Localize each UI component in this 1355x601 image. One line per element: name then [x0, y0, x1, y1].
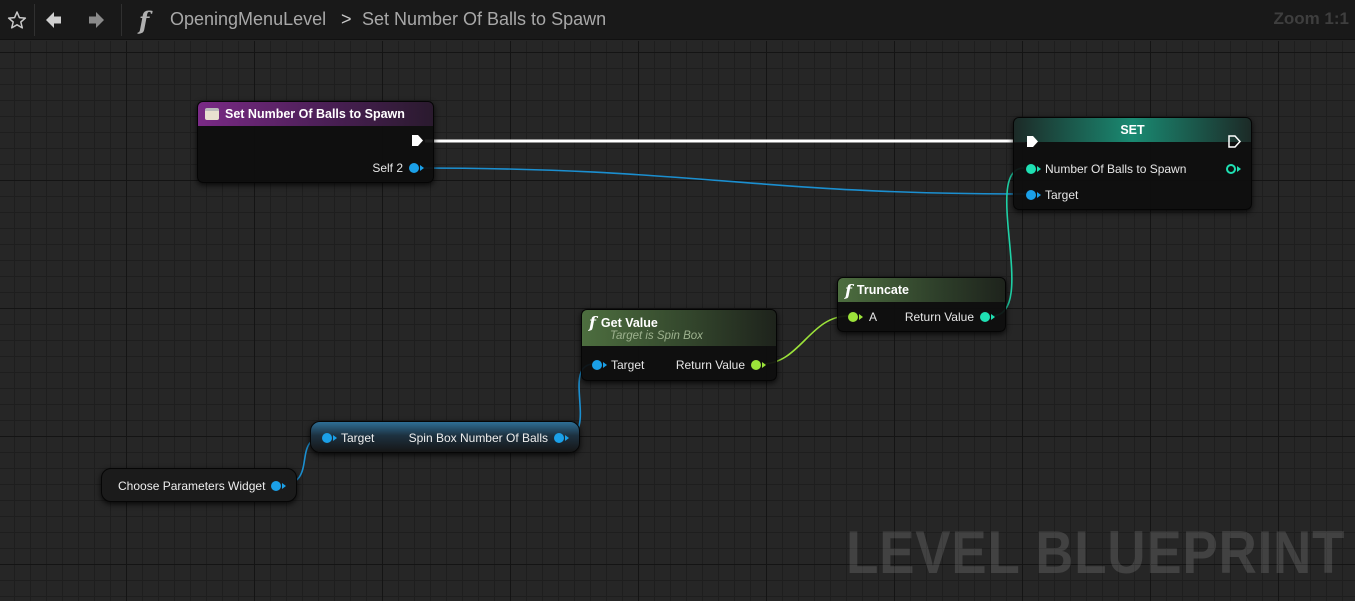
- pin-label: Return Value: [675, 358, 745, 372]
- node-title: Set Number Of Balls to Spawn: [225, 107, 405, 121]
- entry-node-icon: [205, 108, 219, 120]
- function-entry-node[interactable]: Set Number Of Balls to Spawn Self 2: [197, 101, 434, 183]
- pin-arrow-icon: [762, 362, 766, 368]
- a-input-pin[interactable]: A: [848, 309, 877, 325]
- spin-box-output-pin[interactable]: Spin Box Number Of Balls: [409, 430, 569, 446]
- pin-label: Target: [341, 431, 375, 445]
- zoom-level: Zoom 1:1: [1273, 9, 1349, 28]
- blueprint-graph-canvas[interactable]: Set Number Of Balls to Spawn Self 2 SET …: [0, 41, 1355, 601]
- editor-toolbar: f OpeningMenuLevel > Set Number Of Balls…: [0, 0, 1355, 40]
- object-pin-icon: [271, 481, 282, 491]
- level-blueprint-watermark: LEVEL BLUEPRINT: [845, 519, 1345, 586]
- breadcrumb-level[interactable]: OpeningMenuLevel: [170, 9, 326, 30]
- return-value-pin[interactable]: Return Value: [676, 357, 766, 373]
- node-header: Set Number Of Balls to Spawn: [198, 102, 433, 126]
- float-pin-icon: [848, 312, 858, 322]
- function-icon: f: [589, 313, 596, 332]
- node-label: Choose Parameters Widget: [118, 479, 266, 493]
- pin-arrow-icon: [1037, 166, 1041, 172]
- node-subtitle: Target is Spin Box: [610, 330, 703, 342]
- pin-arrow-icon: [282, 483, 287, 489]
- target-pin[interactable]: Target: [592, 357, 644, 373]
- pin-arrow-icon: [565, 435, 569, 441]
- pin-label: Spin Box Number Of Balls: [408, 431, 548, 445]
- pin-label: Target: [1045, 188, 1079, 202]
- star-icon[interactable]: [3, 4, 31, 36]
- arrow-right-icon[interactable]: [82, 4, 110, 36]
- spin-box-variable-node[interactable]: Target Spin Box Number Of Balls: [310, 421, 580, 453]
- object-pin-icon: [322, 433, 332, 443]
- toolbar-separator: [34, 4, 35, 36]
- target-pin[interactable]: Target: [322, 430, 374, 446]
- choose-parameters-widget-node[interactable]: Choose Parameters Widget: [101, 468, 297, 502]
- pin-arrow-icon: [991, 314, 995, 320]
- pin-arrow-icon: [1037, 192, 1041, 198]
- pin-label: Self 2: [372, 161, 403, 175]
- float-pin-icon: [751, 360, 761, 370]
- function-icon: f: [845, 280, 852, 300]
- toolbar-separator: [121, 4, 122, 36]
- pin-arrow-icon: [333, 435, 337, 441]
- widget-output-pin[interactable]: Choose Parameters Widget: [118, 478, 287, 494]
- self-to-target-wire: [417, 167, 1027, 195]
- int-pin-icon: [1226, 164, 1236, 174]
- object-pin-icon: [409, 163, 419, 173]
- breadcrumb-separator: >: [341, 9, 352, 29]
- node-title: SET: [1120, 123, 1145, 137]
- node-header: f Truncate: [838, 278, 1005, 302]
- exec-out-pin[interactable]: [1228, 135, 1241, 148]
- pin-arrow-icon: [859, 314, 863, 320]
- node-title: Get Value: [600, 315, 658, 330]
- pin-arrow-icon: [1237, 166, 1241, 172]
- node-header: SET: [1014, 118, 1251, 142]
- set-variable-node[interactable]: SET Number Of Balls to Spawn Target: [1013, 117, 1252, 210]
- number-of-balls-input-pin[interactable]: Number Of Balls to Spawn: [1026, 161, 1186, 177]
- number-of-balls-output-pin[interactable]: [1226, 161, 1241, 177]
- function-icon: f: [138, 5, 150, 35]
- int-pin-icon: [1026, 164, 1036, 174]
- breadcrumb-function[interactable]: Set Number Of Balls to Spawn: [362, 9, 606, 30]
- pin-label: Return Value: [904, 310, 974, 324]
- target-pin[interactable]: Target: [1026, 187, 1078, 203]
- object-pin-icon: [554, 433, 564, 443]
- int-pin-icon: [980, 312, 990, 322]
- pin-label: Number Of Balls to Spawn: [1045, 162, 1187, 176]
- node-title: Truncate: [856, 283, 909, 297]
- pin-label: A: [869, 310, 878, 324]
- arrow-left-icon[interactable]: [40, 4, 68, 36]
- pin-arrow-icon: [420, 165, 424, 171]
- node-header: f Get Value Target is Spin Box: [582, 310, 776, 346]
- self-pin[interactable]: Self 2: [372, 160, 424, 176]
- exec-out-pin[interactable]: [411, 134, 424, 147]
- get-value-node[interactable]: f Get Value Target is Spin Box Target Re…: [581, 309, 777, 381]
- truncate-node[interactable]: f Truncate A Return Value: [837, 277, 1006, 332]
- pin-arrow-icon: [603, 362, 607, 368]
- exec-in-pin[interactable]: [1026, 135, 1039, 148]
- return-value-pin[interactable]: Return Value: [905, 309, 995, 325]
- pin-label: Target: [611, 358, 645, 372]
- object-pin-icon: [592, 360, 602, 370]
- object-pin-icon: [1026, 190, 1036, 200]
